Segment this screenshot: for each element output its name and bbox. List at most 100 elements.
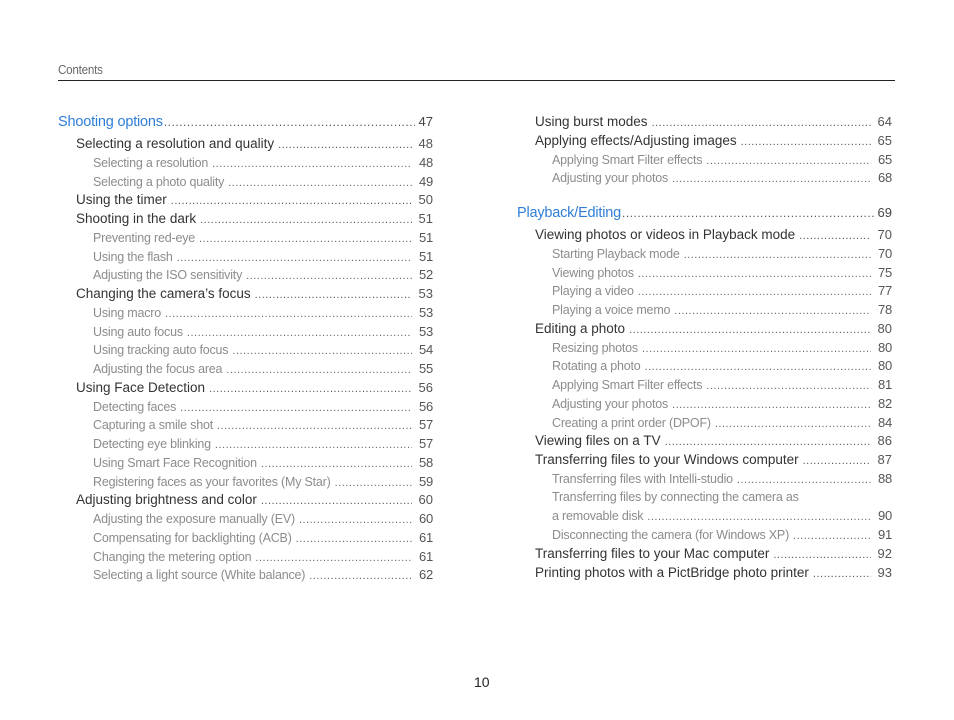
toc-subentry[interactable]: Compensating for backlighting (ACB) 61 [58,530,433,549]
toc-subentry[interactable]: Adjusting the ISO sensitivity 52 [58,267,433,286]
dot-leader [165,308,412,320]
toc-entry[interactable]: Viewing files on a TV 86 [517,433,892,452]
dot-leader [261,458,412,470]
toc-entry-label: Editing a photo [535,320,626,336]
toc-subentry[interactable]: Applying Smart Filter effects 65 [517,152,892,171]
toc-page-number: 80 [877,358,892,374]
toc-entry-label: Capturing a smile shot [93,418,213,433]
toc-subentry[interactable]: Detecting eye blinking 57 [58,436,433,455]
toc-subentry[interactable]: Detecting faces 56 [58,399,433,418]
toc-subentry[interactable]: Selecting a light source (White balance)… [58,567,433,586]
toc-subentry[interactable]: Using auto focus 53 [58,324,433,343]
toc-subentry[interactable]: Using tracking auto focus 54 [58,342,433,361]
toc-subentry[interactable]: Viewing photos 75 [517,265,892,284]
toc-entry[interactable]: Adjusting brightness and color 60 [58,492,433,511]
dot-leader [684,249,871,261]
toc-subentry[interactable]: Playing a video 77 [517,283,892,302]
toc-subentry[interactable]: Registering faces as your favorites (My … [58,474,433,493]
toc-entry-label: Using macro [93,305,161,320]
header-title: Contents [58,62,103,77]
toc-entry-label: Playback/Editing [517,205,621,221]
dot-leader [706,155,871,167]
toc-section-heading[interactable]: Shooting options 47 [58,114,433,136]
toc-entry-label: Using tracking auto focus [93,343,229,358]
toc-entry-label: Disconnecting the camera (for Windows XP… [552,528,790,542]
toc-page-number: 51 [418,229,433,245]
toc-page-number: 86 [877,433,892,449]
toc-page-number: 80 [877,339,892,355]
toc-subentry[interactable]: Adjusting your photos 68 [517,170,892,189]
toc-entry-label: Using Smart Face Recognition [93,455,257,470]
toc-entry[interactable]: Using burst modes 64 [517,114,892,133]
page-number: 10 [474,674,490,690]
toc-entry[interactable]: Using Face Detection 56 [58,380,433,399]
toc-subentry[interactable]: Resizing photos 80 [517,340,892,359]
toc-entry[interactable]: Editing a photo 80 [517,321,892,340]
toc-subentry[interactable]: Preventing red-eye 51 [58,230,433,249]
toc-entry[interactable]: Selecting a resolution and quality 48 [58,136,433,155]
toc-entry-label: Selecting a light source (White balance) [93,568,306,583]
dot-leader [737,474,871,486]
dot-leader [629,324,871,336]
toc-subentry[interactable]: Selecting a resolution 48 [58,155,433,174]
toc-subentry[interactable]: Selecting a photo quality 49 [58,174,433,193]
toc-entry[interactable]: Viewing photos or videos in Playback mod… [517,227,892,246]
toc-entry[interactable]: Transferring files to your Windows compu… [517,452,892,471]
toc-subentry[interactable]: Adjusting the focus area 55 [58,361,433,380]
toc-page-number: 48 [418,154,433,170]
toc-entry-label: Shooting in the dark [76,211,197,226]
toc-entry-label: Viewing photos [552,265,634,280]
toc-entry-label: Compensating for backlighting (ACB) [93,530,292,545]
toc-subentry[interactable]: Using Smart Face Recognition 58 [58,455,433,474]
toc-page-number: 57 [418,436,433,451]
toc-entry[interactable]: Transferring files to your Mac computer 9… [517,546,892,565]
toc-entry-label: Selecting a resolution and quality [76,136,275,151]
toc-page-number: 60 [418,492,433,508]
toc-entry[interactable]: Applying effects/Adjusting images 65 [517,133,892,152]
toc-entry-label: Changing the metering option [93,549,252,564]
toc-subentry[interactable]: Using the flash 51 [58,249,433,268]
dot-leader [177,252,412,264]
toc-entry-label: Playing a voice memo [552,303,671,317]
toc-section-heading[interactable]: Playback/Editing 69 [517,205,892,227]
toc-subentry[interactable]: Disconnecting the camera (for Windows XP… [517,527,892,546]
dot-leader [215,439,412,451]
toc-page-number: 53 [418,286,433,301]
toc-subentry[interactable]: Adjusting your photos 82 [517,396,892,415]
toc-subentry[interactable]: Playing a voice memo 78 [517,302,892,321]
dot-leader [638,268,871,280]
toc-subentry[interactable]: Transferring files by connecting the cam… [517,490,892,509]
toc-entry-label: Viewing photos or videos in Playback mod… [535,227,796,242]
toc-page-number: 65 [877,132,892,148]
toc-subentry[interactable]: Starting Playback mode 70 [517,246,892,265]
toc-entry[interactable]: Shooting in the dark 51 [58,211,433,230]
toc-subentry-continuation[interactable]: a removable disk 90 [517,508,892,527]
toc-subentry[interactable]: Transferring files with Intelli-studio 88 [517,471,892,490]
dot-leader [622,206,874,220]
toc-page-number: 56 [418,379,433,395]
toc-entry-label: Applying Smart Filter effects [552,378,703,392]
toc-page-number: 80 [877,320,892,336]
toc-subentry[interactable]: Using macro 53 [58,305,433,324]
dot-leader [255,552,412,564]
toc-entry[interactable]: Using the timer 50 [58,192,433,211]
toc-subentry[interactable]: Adjusting the exposure manually (EV) 60 [58,511,433,530]
toc-page-number: 50 [418,192,433,208]
dot-leader [212,158,412,170]
toc-subentry[interactable]: Capturing a smile shot 57 [58,417,433,436]
toc-subentry[interactable]: Creating a print order (DPOF) 84 [517,415,892,434]
toc-page-number: 75 [877,264,892,280]
toc-entry-label: Adjusting brightness and color [76,492,257,508]
dot-leader [642,343,871,355]
dot-leader [645,361,871,373]
toc-entry[interactable]: Changing the camera’s focus 53 [58,286,433,305]
toc-subentry[interactable]: Applying Smart Filter effects 81 [517,377,892,396]
toc-entry-label: Transferring files to your Mac computer [535,545,770,561]
toc-page-number: 55 [418,361,433,376]
toc-subentry[interactable]: Rotating a photo 80 [517,358,892,377]
toc-subentry[interactable]: Changing the metering option 61 [58,549,433,568]
dot-leader [741,136,871,148]
toc-entry[interactable]: Printing photos with a PictBridge photo … [517,565,892,584]
dot-leader [278,139,412,151]
